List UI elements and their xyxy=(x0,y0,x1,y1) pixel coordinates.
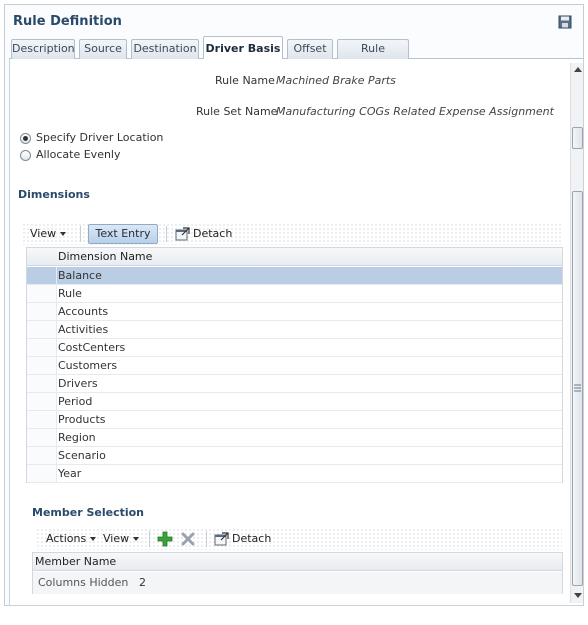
dimension-name-cell: Products xyxy=(58,413,106,426)
dimension-name-cell: Activities xyxy=(58,323,109,336)
dimensions-heading: Dimensions xyxy=(18,188,90,201)
table-row[interactable]: Rule xyxy=(27,285,562,303)
dimensions-table: Dimension Name Balance Rule Accounts Activi… xyxy=(26,247,563,483)
delete-icon xyxy=(181,532,195,546)
scroll-down-icon[interactable] xyxy=(574,593,582,598)
dimension-name-cell: Year xyxy=(58,467,82,480)
columns-hidden-row: Columns Hidden 2 xyxy=(33,572,562,594)
table-row[interactable]: Scenario xyxy=(27,447,562,465)
dimension-name-cell: Rule xyxy=(58,287,82,300)
dimensions-table-header: Dimension Name xyxy=(27,248,562,266)
column-header-member-name[interactable]: Member Name xyxy=(35,553,116,571)
table-row[interactable]: Balance xyxy=(27,267,562,285)
scroll-up-icon[interactable] xyxy=(574,67,582,72)
member-detach-button[interactable]: Detach xyxy=(214,528,271,550)
detach-icon xyxy=(214,532,229,546)
row-header-cell[interactable] xyxy=(27,429,57,446)
radio-specify-driver-location-label[interactable]: Specify Driver Location xyxy=(36,131,163,144)
tab-content: Rule Name Machined Brake Parts Rule Set … xyxy=(9,59,584,606)
tab-driver-basis[interactable]: Driver Basis xyxy=(203,36,283,60)
member-selection-table: Member Name Columns Hidden 2 xyxy=(32,552,563,594)
row-header-cell[interactable] xyxy=(27,465,57,482)
radio-allocate-evenly-label[interactable]: Allocate Evenly xyxy=(36,148,121,161)
rule-definition-panel: Rule Definition Description Source Desti… xyxy=(4,4,584,606)
dimension-name-cell: Drivers xyxy=(58,377,98,390)
caret-down-icon xyxy=(60,232,67,236)
panel-title: Rule Definition xyxy=(13,14,122,29)
table-row[interactable]: Period xyxy=(27,393,562,411)
member-detach-label: Detach xyxy=(232,532,272,545)
tab-bar: Description Source Destination Driver Ba… xyxy=(9,36,583,73)
toolbar-separator xyxy=(80,226,81,242)
table-row[interactable]: Region xyxy=(27,429,562,447)
rule-name-value: Machined Brake Parts xyxy=(276,74,396,87)
table-row[interactable]: Customers xyxy=(27,357,562,375)
dimensions-detach-button[interactable]: Detach xyxy=(175,223,232,245)
table-row[interactable]: CostCenters xyxy=(27,339,562,357)
radio-specify-driver-location[interactable] xyxy=(20,133,31,144)
tab-description[interactable]: Description xyxy=(11,39,75,59)
tab-offset[interactable]: Offset xyxy=(287,39,333,59)
caret-down-icon xyxy=(90,537,97,541)
member-selection-toolbar: Actions View Detach xyxy=(36,528,562,550)
radio-allocate-evenly[interactable] xyxy=(20,150,31,161)
vertical-scrollbar[interactable] xyxy=(570,63,583,603)
rule-set-name-value: Manufacturing COGs Related Expense Assig… xyxy=(276,105,554,118)
rule-set-name-label: Rule Set Name xyxy=(196,105,278,118)
dimension-name-cell: Balance xyxy=(58,269,102,282)
dimensions-detach-label: Detach xyxy=(193,227,233,240)
scrollbar-thumb-upper[interactable] xyxy=(572,127,583,149)
toolbar-separator xyxy=(206,531,207,547)
column-header-dimension-name[interactable]: Dimension Name xyxy=(58,248,152,266)
dimension-name-cell: CostCenters xyxy=(58,341,126,354)
table-row[interactable]: Accounts xyxy=(27,303,562,321)
dimensions-view-label: View xyxy=(30,227,57,240)
tab-rule-context[interactable]: Rule Context xyxy=(337,39,409,73)
scrollbar-thumb[interactable] xyxy=(572,191,583,586)
row-header-cell[interactable] xyxy=(27,267,57,284)
rule-name-label: Rule Name xyxy=(215,74,275,87)
table-row[interactable]: Year xyxy=(27,465,562,483)
actions-menu[interactable]: Actions xyxy=(46,528,97,550)
table-row[interactable]: Products xyxy=(27,411,562,429)
tab-destination[interactable]: Destination xyxy=(131,39,199,59)
actions-label: Actions xyxy=(46,532,87,545)
columns-hidden-value: 2 xyxy=(139,576,146,589)
member-view-label: View xyxy=(103,532,130,545)
dimensions-toolbar: View Text Entry Detach xyxy=(22,223,562,245)
tab-source[interactable]: Source xyxy=(79,39,127,59)
caret-down-icon xyxy=(133,537,140,541)
delete-button[interactable] xyxy=(181,532,195,554)
add-icon xyxy=(157,531,173,547)
toolbar-separator xyxy=(166,226,167,242)
member-view-menu[interactable]: View xyxy=(103,528,140,550)
columns-hidden-label: Columns Hidden xyxy=(38,576,129,589)
row-header-cell[interactable] xyxy=(27,321,57,338)
row-header-cell[interactable] xyxy=(27,285,57,302)
dimension-name-cell: Period xyxy=(58,395,93,408)
row-header-cell[interactable] xyxy=(27,393,57,410)
detach-icon xyxy=(175,227,190,241)
dimensions-view-menu[interactable]: View xyxy=(30,223,67,245)
member-selection-heading: Member Selection xyxy=(32,506,145,519)
table-row[interactable]: Activities xyxy=(27,321,562,339)
row-header-cell[interactable] xyxy=(27,339,57,356)
dimension-name-cell: Accounts xyxy=(58,305,109,318)
member-selection-table-header: Member Name xyxy=(33,553,562,571)
save-icon[interactable] xyxy=(558,15,572,29)
row-header-cell[interactable] xyxy=(27,357,57,374)
scroll-grip-icon xyxy=(574,384,581,392)
text-entry-button[interactable]: Text Entry xyxy=(88,224,158,244)
row-header-cell[interactable] xyxy=(27,411,57,428)
dimension-name-cell: Customers xyxy=(58,359,118,372)
dimension-name-cell: Scenario xyxy=(58,449,106,462)
dimension-name-cell: Region xyxy=(58,431,96,444)
table-row[interactable]: Drivers xyxy=(27,375,562,393)
row-header-cell[interactable] xyxy=(27,447,57,464)
row-header-cell[interactable] xyxy=(27,375,57,392)
toolbar-separator xyxy=(149,531,150,547)
row-header-cell[interactable] xyxy=(27,303,57,320)
